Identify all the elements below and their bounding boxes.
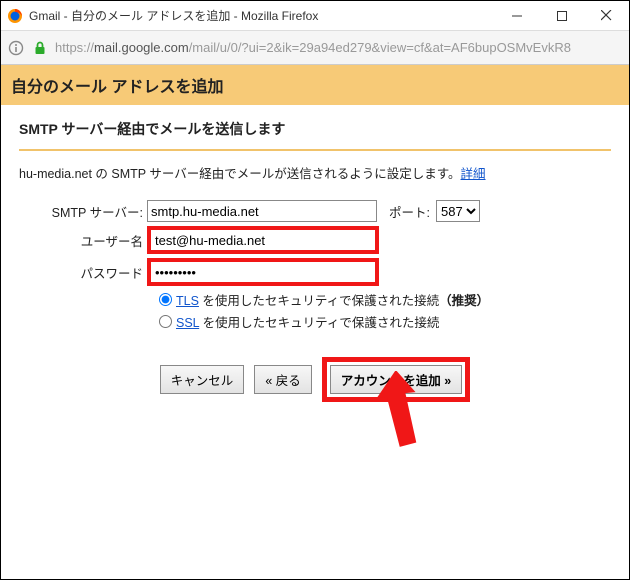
ssl-link[interactable]: SSL (176, 316, 199, 330)
smtp-server-input[interactable] (147, 200, 377, 222)
url-display[interactable]: https://mail.google.com/mail/u/0/?ui=2&i… (55, 40, 623, 55)
desc-text: hu-media.net の SMTP サーバー経由でメールが送信されるように設… (19, 167, 461, 181)
details-link[interactable]: 詳細 (461, 167, 486, 181)
tls-radio-row: TLS を使用したセキュリティで保護された接続（推奨） (159, 290, 611, 309)
ssl-text: を使用したセキュリティで保護された接続 (199, 316, 439, 330)
window-minimize-button[interactable] (494, 1, 539, 30)
highlight-box-username (147, 226, 379, 254)
back-button[interactable]: « 戻る (254, 365, 311, 394)
lock-icon (31, 39, 49, 57)
ssl-radio-row: SSL を使用したセキュリティで保護された接続 (159, 312, 611, 331)
firefox-icon (7, 8, 23, 24)
password-label: パスワード (19, 263, 147, 282)
window-titlebar: Gmail - 自分のメール アドレスを追加 - Mozilla Firefox (1, 1, 629, 31)
highlight-box-add-button: アカウントを追加 » (322, 357, 470, 402)
tls-recommended: （推奨） (439, 294, 489, 308)
page-header-title: 自分のメール アドレスを追加 (11, 79, 223, 96)
divider (19, 149, 611, 151)
tls-link[interactable]: TLS (176, 294, 199, 308)
cancel-button[interactable]: キャンセル (160, 365, 245, 394)
port-label: ポート: (389, 202, 430, 221)
window-maximize-button[interactable] (539, 1, 584, 30)
url-scheme: https:// (55, 40, 94, 55)
section-title: SMTP サーバー経由でメールを送信します (19, 119, 611, 139)
username-label: ユーザー名 (19, 231, 147, 250)
maximize-icon (557, 11, 567, 21)
page-header: 自分のメール アドレスを追加 (1, 65, 629, 105)
username-input[interactable] (152, 231, 374, 249)
window-title: Gmail - 自分のメール アドレスを追加 - Mozilla Firefox (29, 7, 494, 24)
button-row: キャンセル « 戻る アカウントを追加 » (19, 357, 611, 402)
section-description: hu-media.net の SMTP サーバー経由でメールが送信されるように設… (19, 163, 611, 182)
ssl-radio[interactable] (159, 315, 172, 328)
smtp-label: SMTP サーバー: (19, 202, 147, 221)
url-path: /mail/u/0/?ui=2&ik=29a94ed279&view=cf&at… (189, 40, 571, 55)
window-close-button[interactable] (584, 1, 629, 30)
tls-radio[interactable] (159, 293, 172, 306)
add-account-button[interactable]: アカウントを追加 » (330, 365, 462, 394)
close-icon (601, 10, 612, 21)
tls-text: を使用したセキュリティで保護された接続 (199, 294, 439, 308)
minimize-icon (512, 11, 522, 21)
address-bar: https://mail.google.com/mail/u/0/?ui=2&i… (1, 31, 629, 65)
port-select[interactable]: 587 (436, 200, 480, 222)
info-icon[interactable] (7, 39, 25, 57)
url-host: mail.google.com (94, 40, 189, 55)
password-input[interactable] (152, 263, 374, 281)
highlight-box-password (147, 258, 379, 286)
